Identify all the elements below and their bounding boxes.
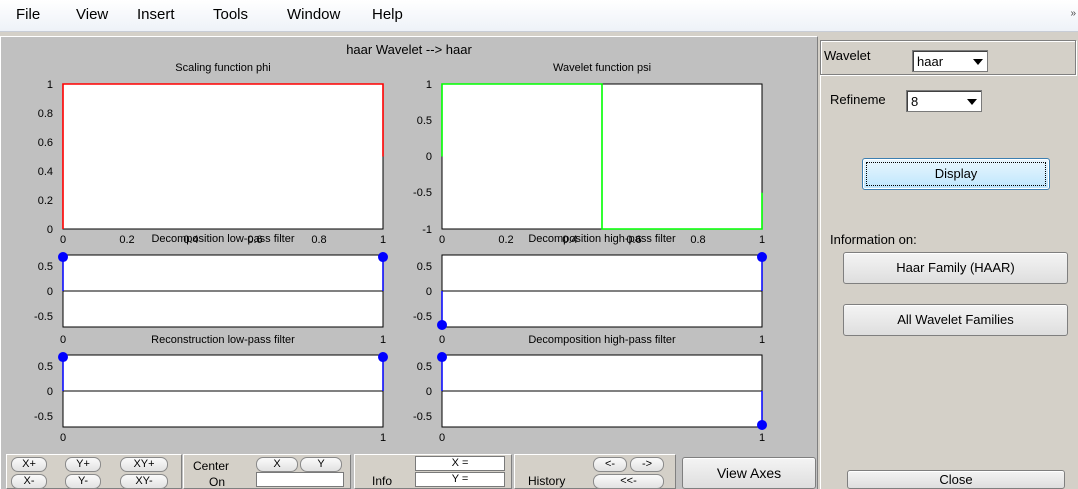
phi-ytick: 0.8 (38, 108, 53, 120)
phi-ytick: 0.6 (38, 137, 53, 149)
psi-xtick: 0.8 (690, 234, 705, 246)
rec-hi-marker (757, 419, 767, 430)
menu-overflow-icon[interactable]: » (1070, 8, 1076, 19)
dec-hi-marker (437, 319, 447, 330)
close-button[interactable]: Close (847, 470, 1065, 489)
psi-xtick: 0.2 (498, 234, 513, 246)
phi-ytick: 0 (47, 224, 53, 236)
zoom-xy-plus-button[interactable]: XY+ (120, 457, 168, 472)
center-on-field[interactable] (256, 472, 344, 487)
dec-hi-title: Decomposition high-pass filter (528, 233, 676, 245)
phi-xtick: 0.4 (183, 234, 198, 246)
psi-ytick: 0.5 (417, 115, 432, 127)
zoom-y-minus-button[interactable]: Y- (65, 474, 101, 489)
phi-axes[interactable] (62, 83, 384, 230)
zoom-y-plus-button[interactable]: Y+ (65, 457, 101, 472)
info-label: Info (372, 474, 393, 488)
psi-ytick: 1 (426, 79, 432, 91)
display-button[interactable]: Display (862, 158, 1050, 190)
phi-xtick: 0.2 (119, 234, 134, 246)
refinement-select-value: 8 (911, 94, 919, 109)
history-forward-button[interactable]: -> (630, 457, 664, 472)
wavelet-label: Wavelet (824, 48, 871, 63)
y-coordinate-readout: Y = (415, 472, 505, 487)
phi-ytick: 1 (47, 79, 53, 91)
dec-lo-ytick: 0 (47, 286, 53, 298)
phi-xtick: 0 (60, 234, 66, 246)
all-wavelet-families-button[interactable]: All Wavelet Families (843, 304, 1068, 336)
chevron-down-icon (973, 59, 983, 65)
psi-xtick: 0 (439, 234, 445, 246)
phi-title: Scaling function phi (175, 62, 270, 74)
psi-xtick: 0.4 (562, 234, 577, 246)
dec-hi-marker (757, 252, 767, 263)
rec-lo-ytick: 0.5 (38, 361, 53, 373)
phi-xtick: 1 (380, 234, 386, 246)
rec-hi-ytick: 0 (426, 386, 432, 398)
view-axes-label: View Axes (716, 465, 782, 481)
dec-hi-xtick: 0 (439, 334, 445, 346)
psi-ytick: -1 (422, 224, 432, 236)
psi-ytick: -0.5 (413, 187, 432, 199)
center-x-button[interactable]: X (256, 457, 298, 472)
close-button-label: Close (939, 472, 973, 487)
psi-xtick: 0.6 (626, 234, 641, 246)
wavelet-select-value: haar (917, 54, 944, 69)
x-coordinate-readout: X = (415, 456, 505, 471)
haar-family-button-label: Haar Family (HAAR) (896, 260, 1015, 275)
rec-lo-ytick: 0 (47, 386, 53, 398)
dec-lo-xtick: 0 (60, 334, 66, 346)
wavelet-select[interactable]: haar (912, 50, 988, 72)
rec-lo-marker (58, 352, 68, 363)
phi-ytick: 0.4 (38, 166, 53, 178)
psi-ytick: 0 (426, 151, 432, 163)
center-label: Center (193, 459, 230, 473)
rec-hi-marker (437, 352, 447, 363)
refinement-select[interactable]: 8 (906, 90, 982, 112)
psi-title: Wavelet function psi (553, 62, 651, 74)
center-y-button[interactable]: Y (300, 457, 342, 472)
rec-lo-xtick: 1 (380, 432, 386, 444)
rec-hi-ytick: 0.5 (417, 361, 432, 373)
rec-lo-xtick: 0 (60, 432, 66, 444)
dec-hi-ytick: -0.5 (413, 311, 432, 323)
plots-canvas: Scaling function phi Wavelet function ps… (34, 62, 767, 444)
rec-hi-xtick: 1 (759, 432, 765, 444)
history-label: History (528, 474, 566, 488)
phi-xtick: 0.6 (247, 234, 262, 246)
center-on-label: On (209, 475, 226, 489)
refinement-label: Refineme (830, 92, 886, 107)
history-first-button[interactable]: <<- (593, 474, 664, 489)
haar-family-button[interactable]: Haar Family (HAAR) (843, 252, 1068, 284)
dec-lo-xtick: 1 (380, 334, 386, 346)
dec-lo-marker (378, 252, 388, 263)
dec-hi-xtick: 1 (759, 334, 765, 346)
zoom-x-plus-button[interactable]: X+ (11, 457, 47, 472)
dec-hi-ytick: 0 (426, 286, 432, 298)
rec-lo-ytick: -0.5 (34, 411, 53, 423)
rec-lo-marker (378, 352, 388, 363)
dec-lo-ytick: 0.5 (38, 261, 53, 273)
psi-xtick: 1 (759, 234, 765, 246)
zoom-xy-minus-button[interactable]: XY- (120, 474, 168, 489)
chevron-down-icon (967, 99, 977, 105)
phi-ytick: 0.2 (38, 195, 53, 207)
focus-rect (866, 162, 1046, 186)
view-axes-button[interactable]: View Axes (682, 457, 816, 489)
info-on-label: Information on: (830, 232, 917, 247)
dec-hi-ytick: 0.5 (417, 261, 432, 273)
rec-hi-title: Decomposition high-pass filter (528, 334, 676, 346)
phi-xtick: 0.8 (311, 234, 326, 246)
zoom-x-minus-button[interactable]: X- (11, 474, 47, 489)
rec-hi-ytick: -0.5 (413, 411, 432, 423)
rec-hi-xtick: 0 (439, 432, 445, 444)
all-families-button-label: All Wavelet Families (897, 312, 1014, 327)
dec-lo-ytick: -0.5 (34, 311, 53, 323)
rec-lo-title: Reconstruction low-pass filter (151, 334, 295, 346)
history-back-button[interactable]: <- (593, 457, 627, 472)
dec-lo-title: Decomposition low-pass filter (151, 233, 294, 245)
dec-lo-marker (58, 252, 68, 263)
